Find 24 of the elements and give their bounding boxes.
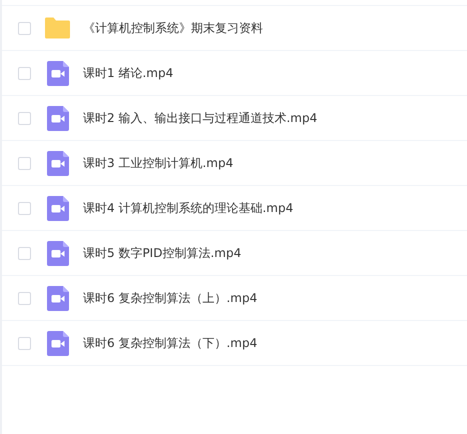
checkbox[interactable] (18, 292, 31, 304)
video-file-icon (47, 330, 69, 356)
file-name[interactable]: 《计算机控制系统》期末复习资料 (83, 20, 263, 36)
file-name[interactable]: 课时4 计算机控制系统的理论基础.mp4 (83, 200, 294, 216)
file-name[interactable]: 课时2 输入、输出接口与过程通道技术.mp4 (83, 110, 318, 126)
checkbox[interactable] (18, 202, 31, 214)
video-file-icon (47, 60, 69, 86)
checkbox[interactable] (18, 246, 31, 260)
video-file-icon (47, 196, 69, 220)
video-file-icon (47, 150, 69, 176)
checkbox[interactable] (18, 22, 31, 34)
video-file-icon (47, 286, 69, 310)
checkbox[interactable] (18, 156, 31, 170)
file-name[interactable]: 课时1 绪论.mp4 (83, 64, 174, 82)
checkbox[interactable] (18, 336, 31, 350)
file-name[interactable]: 课时5 数字PID控制算法.mp4 (83, 244, 242, 262)
checkbox[interactable] (18, 66, 31, 80)
checkbox[interactable] (18, 112, 31, 124)
video-file-icon (47, 106, 69, 130)
file-name[interactable]: 课时6 复杂控制算法（下）.mp4 (83, 334, 258, 352)
file-name[interactable]: 课时3 工业控制计算机.mp4 (83, 154, 234, 172)
file-name[interactable]: 课时6 复杂控制算法（上）.mp4 (83, 290, 258, 306)
video-file-icon (47, 240, 69, 266)
folder-icon (44, 17, 71, 39)
